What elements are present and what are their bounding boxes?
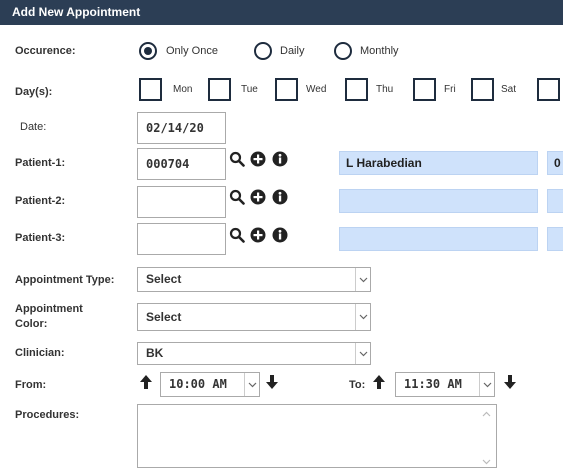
procedures-label: Procedures: [15, 409, 80, 421]
occurrence-daily-radio[interactable] [254, 42, 272, 60]
plus-circle-icon[interactable] [250, 151, 266, 167]
patient-1-label: Patient-1: [15, 157, 66, 169]
arrow-up-icon[interactable] [139, 374, 153, 390]
from-label: From: [15, 379, 47, 391]
info-circle-icon[interactable] [272, 151, 288, 167]
clinician-value: BK [146, 346, 164, 360]
appointment-color-value: Select [146, 310, 182, 324]
patient-1-id-input[interactable]: 000704 [137, 148, 226, 180]
day-wed-label: Wed [306, 84, 327, 95]
info-circle-icon[interactable] [272, 227, 288, 243]
dialog-title: Add New Appointment [12, 5, 141, 19]
plus-circle-icon[interactable] [250, 189, 266, 205]
occurrence-label: Occurence: [15, 45, 76, 57]
search-icon[interactable] [229, 227, 245, 243]
appointment-type-select[interactable]: Select [137, 267, 371, 292]
arrow-up-icon[interactable] [372, 374, 386, 390]
chevron-down-icon[interactable] [355, 304, 370, 330]
from-time-select[interactable]: 10:00 AM [160, 372, 260, 397]
appointment-color-label-line2: Color: [15, 318, 48, 330]
scroll-up-icon[interactable] [482, 411, 491, 417]
chevron-down-icon[interactable] [244, 373, 259, 396]
clinician-select[interactable]: BK [137, 342, 371, 365]
procedures-textarea[interactable] [137, 404, 497, 468]
patient-2-extra-field[interactable] [547, 189, 563, 213]
appointment-color-select[interactable]: Select [137, 303, 371, 331]
chevron-down-icon[interactable] [355, 343, 370, 364]
clinician-label: Clinician: [15, 347, 65, 359]
scroll-down-icon[interactable] [482, 459, 491, 465]
appointment-type-value: Select [146, 272, 182, 286]
plus-circle-icon[interactable] [250, 227, 266, 243]
dialog-title-bar: Add New Appointment [0, 0, 563, 25]
day-sat-label: Sat [501, 84, 517, 95]
date-input[interactable]: 02/14/20 [137, 112, 226, 144]
patient-3-name-field[interactable] [339, 227, 538, 251]
day-fri-label: Fri [444, 84, 456, 95]
appointment-color-label: Appointment Color: [15, 302, 83, 332]
day-tue-label: Tue [241, 84, 258, 95]
day-mon-checkbox[interactable] [139, 78, 162, 101]
patient-3-extra-field[interactable] [547, 227, 563, 251]
chevron-down-icon[interactable] [479, 373, 494, 396]
day-sat-checkbox[interactable] [471, 78, 494, 101]
occurrence-monthly-radio[interactable] [334, 42, 352, 60]
day-sun-checkbox[interactable] [537, 78, 560, 101]
to-time-value: 11:30 AM [404, 377, 462, 391]
occurrence-daily-label[interactable]: Daily [280, 45, 304, 57]
patient-2-name-field[interactable] [339, 189, 538, 213]
search-icon[interactable] [229, 189, 245, 205]
patient-3-label: Patient-3: [15, 232, 66, 244]
arrow-down-icon[interactable] [265, 374, 279, 390]
arrow-down-icon[interactable] [503, 374, 517, 390]
day-thu-checkbox[interactable] [345, 78, 368, 101]
appointment-color-label-line1: Appointment [15, 303, 83, 315]
occurrence-monthly-label[interactable]: Monthly [360, 45, 399, 57]
chevron-down-icon[interactable] [355, 268, 370, 291]
patient-1-name-field[interactable]: L Harabedian [339, 151, 538, 175]
day-fri-checkbox[interactable] [413, 78, 436, 101]
patient-2-id-input[interactable] [137, 186, 226, 218]
search-icon[interactable] [229, 151, 245, 167]
radio-selected-dot [144, 47, 152, 55]
from-time-value: 10:00 AM [169, 377, 227, 391]
to-time-select[interactable]: 11:30 AM [395, 372, 495, 397]
appointment-type-label: Appointment Type: [15, 274, 115, 286]
occurrence-only-once-label[interactable]: Only Once [166, 45, 218, 57]
info-circle-icon[interactable] [272, 189, 288, 205]
patient-1-extra-field[interactable]: 0 [547, 151, 563, 175]
patient-3-id-input[interactable] [137, 223, 226, 255]
patient-2-label: Patient-2: [15, 195, 66, 207]
days-label: Day(s): [15, 86, 53, 98]
day-tue-checkbox[interactable] [208, 78, 231, 101]
occurrence-only-once-radio[interactable] [139, 42, 157, 60]
day-thu-label: Thu [376, 84, 394, 95]
date-label: Date: [20, 121, 47, 133]
day-mon-label: Mon [173, 84, 193, 95]
day-wed-checkbox[interactable] [275, 78, 298, 101]
to-label: To: [349, 379, 366, 391]
